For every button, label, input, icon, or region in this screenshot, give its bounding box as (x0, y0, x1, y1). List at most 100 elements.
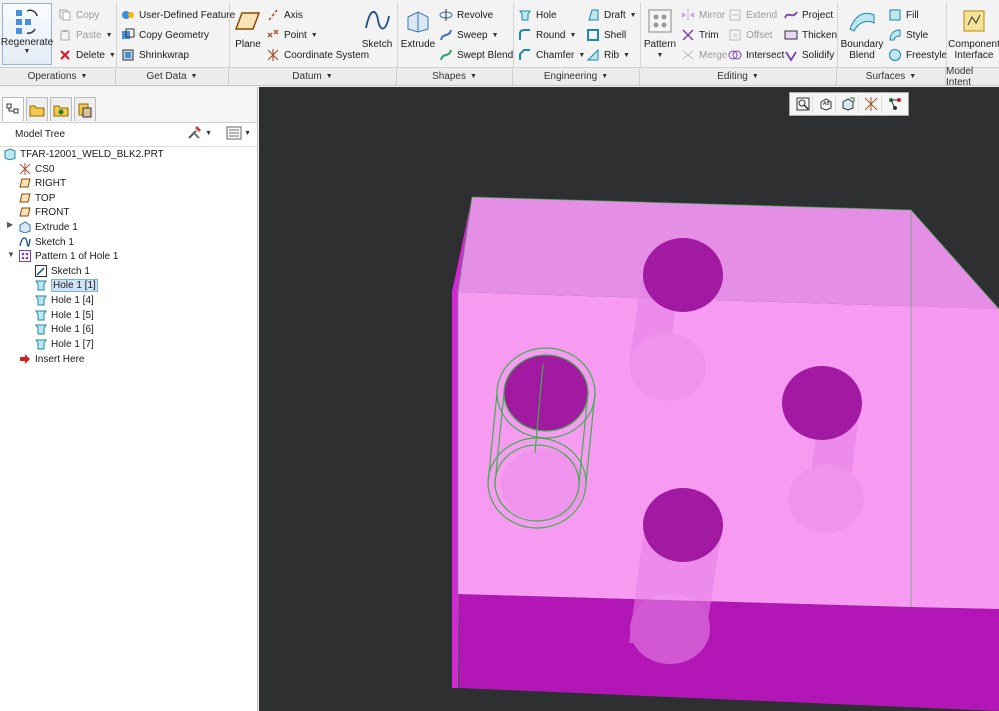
group-get-data[interactable]: Get Data ▼ (116, 67, 229, 85)
tree-item-datum-plane[interactable]: RIGHT (19, 176, 66, 190)
point-button[interactable]: Point ▼ (266, 26, 318, 44)
chamfer-icon (518, 48, 532, 62)
chevron-down-icon[interactable]: ▼ (24, 48, 31, 55)
group-engineering[interactable]: Engineering ▼ (513, 67, 640, 85)
mirror-button[interactable]: Mirror (681, 6, 725, 24)
tab-favorites[interactable] (50, 97, 72, 121)
axis-button[interactable]: Axis (266, 6, 303, 24)
tree-item-hole[interactable]: Hole 1 [1] (35, 278, 98, 292)
solidify-icon (784, 48, 798, 62)
graphics-viewport[interactable]: AB (259, 87, 999, 711)
group-surfaces[interactable]: Surfaces ▼ (837, 67, 946, 85)
udf-button[interactable]: User-Defined Feature (121, 6, 235, 24)
point-label: Point (284, 29, 307, 41)
project-button[interactable]: Project (784, 6, 833, 24)
plane-button[interactable]: Plane (234, 6, 262, 50)
shrinkwrap-label: Shrinkwrap (139, 49, 190, 61)
plane-icon (233, 6, 263, 36)
sweep-button[interactable]: Sweep ▼ (439, 26, 499, 44)
tab-folder-browser[interactable] (26, 97, 48, 121)
regenerate-button[interactable]: Regenerate ▼ (0, 3, 54, 65)
component-interface-button[interactable]: Component Interface (948, 6, 999, 61)
shell-button[interactable]: Shell (586, 26, 626, 44)
collapse-icon[interactable]: ▼ (7, 250, 15, 259)
tree-item-pattern[interactable]: Pattern 1 of Hole 1 (19, 249, 118, 263)
revolve-icon (439, 8, 453, 22)
tree-item-sketch[interactable]: Sketch 1 (19, 235, 74, 249)
expand-icon[interactable]: ▶ (7, 220, 13, 229)
chevron-down-icon[interactable]: ▼ (311, 32, 318, 39)
intersect-button[interactable]: Intersect (728, 46, 784, 64)
group-operations[interactable]: Operations ▼ (0, 67, 116, 85)
sketch-button[interactable]: Sketch (361, 6, 393, 50)
group-datum[interactable]: Datum ▼ (229, 67, 397, 85)
chevron-down-icon: ▼ (751, 73, 759, 80)
settings-button[interactable]: ▼ (187, 126, 212, 140)
extrude-button[interactable]: Extrude (401, 6, 435, 50)
tree-item-hole[interactable]: Hole 1 [5] (35, 308, 94, 322)
boundary-blend-label-1: Boundary (840, 39, 884, 50)
tree-item-hole[interactable]: Hole 1 [7] (35, 337, 94, 351)
boundary-blend-button[interactable]: Boundary Blend (840, 6, 884, 61)
hole-button[interactable]: Hole (518, 6, 557, 24)
tree-item-hole[interactable]: Hole 1 [4] (35, 293, 94, 307)
tree-item-label: Hole 1 [4] (51, 294, 94, 306)
chevron-down-icon[interactable]: ▼ (623, 52, 630, 59)
tab-model-tree[interactable] (2, 97, 24, 121)
offset-label: Offset (746, 29, 773, 41)
group-shapes[interactable]: Shapes ▼ (397, 67, 513, 85)
chevron-down-icon[interactable]: ▼ (569, 32, 576, 39)
round-button[interactable]: Round ▼ (518, 26, 576, 44)
tab-layers[interactable] (74, 97, 96, 121)
rib-label: Rib (604, 49, 620, 61)
swept-blend-button[interactable]: Swept Blend (439, 46, 513, 64)
merge-button[interactable]: Merge (681, 46, 727, 64)
trim-button[interactable]: Trim (681, 26, 719, 44)
pattern-button[interactable]: Pattern ▼ (643, 6, 677, 61)
style-button[interactable]: Style (888, 26, 928, 44)
tree-item-hole[interactable]: Hole 1 [6] (35, 322, 94, 336)
copy-geometry-button[interactable]: Copy Geometry (121, 26, 209, 44)
fill-button[interactable]: Fill (888, 6, 919, 24)
show-menu-button[interactable]: ▼ (226, 126, 251, 140)
paste-label: Paste (76, 29, 102, 41)
paste-button[interactable]: Paste ▼ (58, 26, 113, 44)
chevron-down-icon[interactable]: ▼ (106, 32, 113, 39)
shell-icon (586, 28, 600, 42)
tree-item-datum-plane[interactable]: TOP (19, 191, 55, 205)
chevron-down-icon[interactable]: ▼ (492, 32, 499, 39)
chamfer-button[interactable]: Chamfer ▼ (518, 46, 585, 64)
group-editing[interactable]: Editing ▼ (640, 67, 837, 85)
tree-item-csys[interactable]: CS0 (19, 162, 54, 176)
offset-button[interactable]: Offset (728, 26, 773, 44)
tree-item-insert-here[interactable]: Insert Here (19, 352, 84, 366)
group-model-intent[interactable]: Model Intent (946, 66, 999, 88)
regenerate-label: Regenerate (0, 37, 54, 48)
draft-button[interactable]: Draft ▼ (586, 6, 637, 24)
thicken-button[interactable]: Thicken (784, 26, 837, 44)
rib-button[interactable]: Rib ▼ (586, 46, 630, 64)
delete-button[interactable]: Delete ▼ (58, 46, 116, 64)
merge-icon (681, 48, 695, 62)
model-tree-tools: ▼ ▼ (187, 126, 251, 140)
chevron-down-icon[interactable]: ▼ (630, 12, 637, 19)
delete-icon (58, 48, 72, 62)
extend-button[interactable]: Extend (728, 6, 777, 24)
shrinkwrap-button[interactable]: Shrinkwrap (121, 46, 189, 64)
chevron-down-icon[interactable]: ▼ (657, 50, 664, 61)
copy-button[interactable]: Copy (58, 6, 99, 24)
solidify-button[interactable]: Solidify (784, 46, 834, 64)
coordinate-system-button[interactable]: Coordinate System (266, 46, 369, 64)
udf-icon (121, 8, 135, 22)
part-model[interactable] (259, 87, 999, 711)
freestyle-button[interactable]: Freestyle (888, 46, 947, 64)
tree-item-extrude[interactable]: Extrude 1 (19, 220, 78, 234)
rib-icon (586, 48, 600, 62)
tree-item-sketch[interactable]: Sketch 1 (35, 264, 90, 278)
chevron-down-icon[interactable]: ▼ (109, 52, 116, 59)
chevron-down-icon[interactable]: ▼ (578, 52, 585, 59)
tools-icon (188, 126, 202, 139)
revolve-button[interactable]: Revolve (439, 6, 493, 24)
tree-item-part[interactable]: TFAR-12001_WELD_BLK2.PRT (4, 147, 164, 161)
tree-item-datum-plane[interactable]: FRONT (19, 205, 69, 219)
